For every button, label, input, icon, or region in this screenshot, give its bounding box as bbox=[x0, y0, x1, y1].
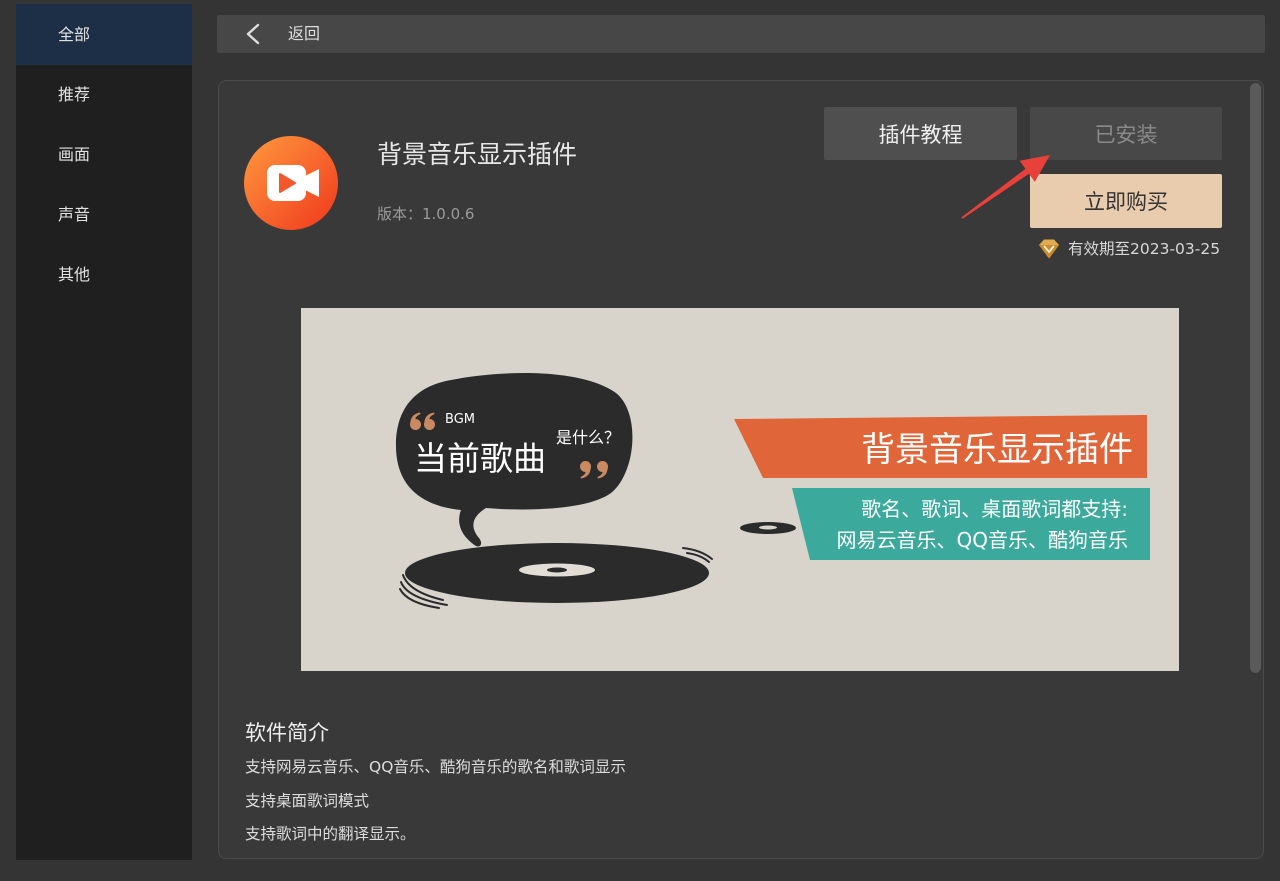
sidebar-item-picture[interactable]: 画面 bbox=[16, 125, 192, 185]
sidebar: 全部 推荐 画面 声音 其他 bbox=[16, 4, 192, 860]
intro-line: 支持歌词中的翻译显示。 bbox=[245, 825, 416, 843]
intro-line: 支持网易云音乐、QQ音乐、酷狗音乐的歌名和歌词显示 bbox=[245, 758, 626, 776]
banner-what-is-text: 是什么？ bbox=[556, 428, 620, 447]
top-bar: 返回 bbox=[217, 15, 1265, 53]
diamond-icon bbox=[1039, 239, 1059, 259]
vinyl-record-icon bbox=[405, 543, 709, 603]
back-button[interactable]: 返回 bbox=[239, 15, 359, 53]
plugin-title: 背景音乐显示插件 bbox=[377, 140, 578, 169]
plugin-detail-panel: 背景音乐显示插件 版本：1.0.0.6 插件教程 已安装 立即购买 有效期至20… bbox=[218, 80, 1264, 859]
banner-title-text: 背景音乐显示插件 bbox=[861, 430, 1133, 470]
buy-now-button[interactable]: 立即购买 bbox=[1030, 174, 1222, 228]
intro-heading: 软件简介 bbox=[245, 721, 329, 745]
intro-line: 支持桌面歌词模式 bbox=[245, 792, 370, 810]
banner-line2-text: 网易云音乐、QQ音乐、酷狗音乐 bbox=[837, 528, 1128, 552]
small-record-icon bbox=[740, 522, 796, 534]
scrollbar-thumb[interactable] bbox=[1250, 83, 1261, 673]
banner-bgm-text: BGM bbox=[445, 412, 475, 427]
installed-button[interactable]: 已安装 bbox=[1030, 107, 1222, 160]
sidebar-item-recommended[interactable]: 推荐 bbox=[16, 65, 192, 125]
banner-current-song-text: 当前歌曲 bbox=[414, 439, 546, 478]
back-label: 返回 bbox=[288, 24, 321, 43]
plugin-version: 版本：1.0.0.6 bbox=[377, 205, 475, 223]
video-camera-icon bbox=[267, 165, 319, 201]
sidebar-item-other[interactable]: 其他 bbox=[16, 245, 192, 305]
banner-line1-text: 歌名、歌词、桌面歌词都支持: bbox=[861, 497, 1128, 521]
annotation-arrow-icon bbox=[961, 155, 1050, 219]
plugin-app-icon bbox=[244, 136, 338, 230]
sidebar-item-all[interactable]: 全部 bbox=[16, 4, 192, 65]
plugin-banner: BGM 当前歌曲 是什么？ 背景音乐显示插件 歌名、歌词、桌面歌词都支持: 网易… bbox=[301, 308, 1179, 671]
chevron-left-icon bbox=[246, 23, 260, 45]
validity-info: 有效期至2023-03-25 bbox=[1037, 238, 1222, 260]
validity-text: 有效期至2023-03-25 bbox=[1068, 240, 1221, 258]
sidebar-item-sound[interactable]: 声音 bbox=[16, 185, 192, 245]
